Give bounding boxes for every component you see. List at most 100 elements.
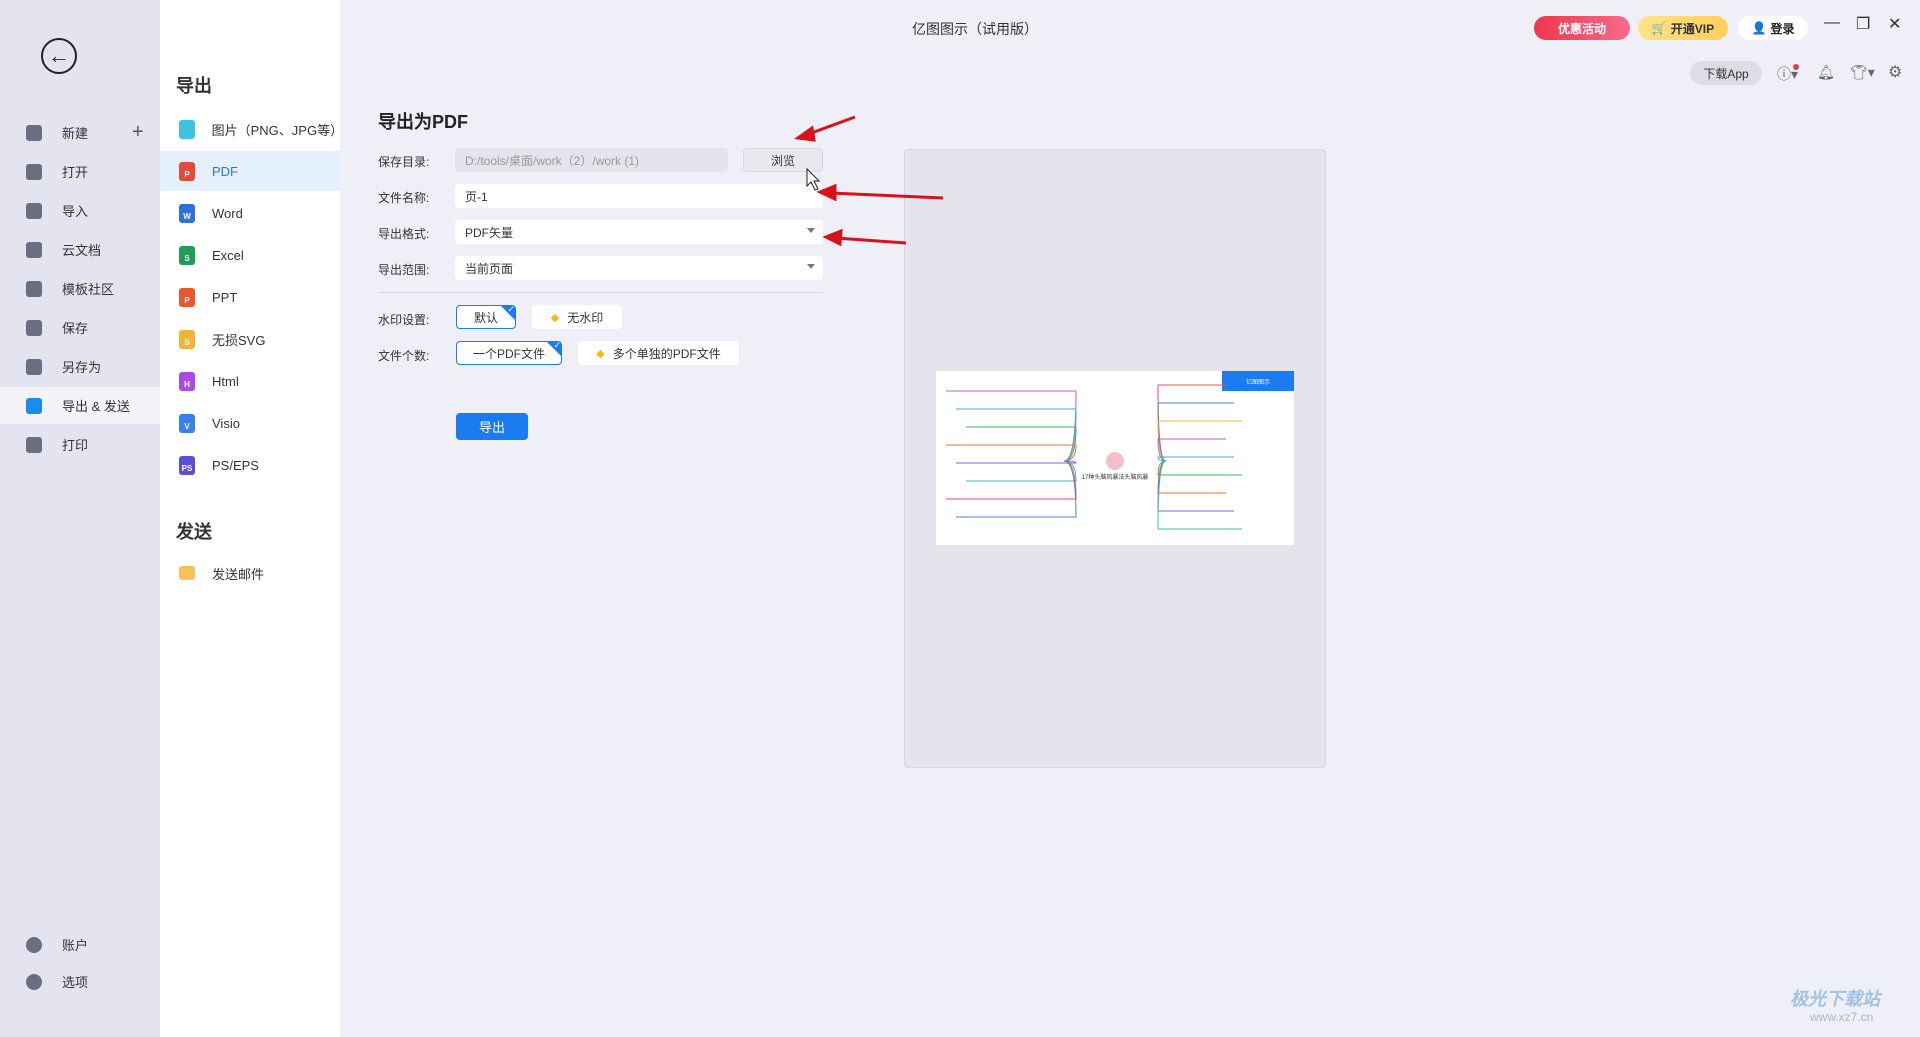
divider [378,292,823,293]
export-heading: 导出 [176,76,212,96]
nav-item-label: 导出 & 发送 [62,399,130,414]
file-type-icon: P [179,161,195,181]
export-item-6[interactable]: H Html [160,361,340,401]
cart-icon: 🛒 [1651,21,1667,35]
nav-bottom-item-1[interactable]: 选项 [0,963,160,1000]
bell-icon[interactable]: 🔔︎ [1817,64,1835,81]
export-item-label: PDF [212,163,238,179]
folder-icon [26,163,42,180]
range-select[interactable]: 当前页面 [455,256,823,280]
file-type-icon [179,119,195,139]
back-button[interactable]: ← [41,38,77,74]
community-icon [26,280,42,297]
vip-button[interactable]: 🛒 开通VIP [1638,16,1728,40]
minimize-button[interactable]: — [1824,14,1840,32]
watermark-none-option[interactable]: ◆ 无水印 [532,305,622,329]
preview-center-title: 17种头脑风暴法头脑风暴 [1082,473,1149,481]
save-dir-label: 保存目录: [378,155,430,169]
export-button[interactable]: 导出 [456,413,528,440]
red-arrow-head [822,228,843,247]
browse-button[interactable]: 浏览 [743,148,823,172]
nav-item-3[interactable]: 云文档 [0,231,160,268]
import-icon [26,202,42,219]
export-item-label: Visio [212,415,240,431]
export-item-label: Word [212,205,243,221]
promo-button[interactable]: 优惠活动 [1534,16,1630,40]
nav-bottom-item-0[interactable]: 账户 [0,926,160,963]
range-value: 当前页面 [465,261,514,276]
export-item-label: PPT [212,289,238,305]
export-item-8[interactable]: PS PS/EPS [160,445,340,485]
check-icon [546,342,561,357]
export-item-label: Excel [212,247,244,263]
settings-icon[interactable]: ⚙ [1888,62,1902,82]
vip-gem-icon: ◆ [596,347,605,360]
export-item-5[interactable]: S 无损SVG [160,319,340,359]
range-label: 导出范围: [378,263,430,277]
restore-button[interactable]: ❐ [1856,14,1870,34]
export-icon [26,397,42,414]
nav-item-8[interactable]: 打印 [0,426,160,463]
single-pdf-option[interactable]: 一个PDF文件 [456,341,562,365]
file-type-icon: S [179,245,195,265]
file-count-label: 文件个数: [378,349,430,363]
gear-icon [26,973,42,990]
nav-item-6[interactable]: 另存为 [0,348,160,385]
preview-thumbnail: 亿图图示 17种头脑风暴法头脑风暴 [936,371,1294,545]
login-button[interactable]: 👤 登录 [1738,16,1808,40]
new-plus-button[interactable]: + [132,121,144,144]
nav-item-label: 云文档 [62,243,102,258]
watermark-none-label: 无水印 [567,310,604,325]
format-select[interactable]: PDF矢量 [455,220,823,244]
check-icon [500,306,515,321]
file-type-icon: PS [179,455,195,475]
nav-item-label: 账户 [62,938,89,953]
nav-item-1[interactable]: 打开 [0,153,160,190]
nav-item-7[interactable]: 导出 & 发送 [0,387,160,424]
nav-item-label: 选项 [62,975,89,990]
export-item-label: 图片（PNG、JPG等） [211,122,344,138]
filename-label: 文件名称: [378,191,430,205]
chevron-down-icon [807,228,815,233]
account-icon [26,936,42,953]
chevron-down-icon [807,264,815,269]
export-item-label: 无损SVG [212,332,266,348]
export-item-label: Html [212,373,239,389]
file-type-icon: H [179,371,195,391]
site-watermark-url: www.xz7.cn [1810,1010,1874,1024]
export-item-0[interactable]: 图片（PNG、JPG等） [160,109,344,149]
nav-item-label: 导入 [62,204,89,219]
red-arrow [835,236,907,245]
user-icon: 👤 [1751,21,1767,35]
cloud-icon [26,241,42,258]
watermark-default-option[interactable]: 默认 [456,305,516,329]
export-item-4[interactable]: P PPT [160,277,340,317]
multi-pdf-option[interactable]: ◆ 多个单独的PDF文件 [578,341,739,365]
preview-logo-text: 亿图图示 [1246,378,1270,386]
file-type-icon: S [179,329,195,349]
watermark-default-label: 默认 [473,310,498,325]
close-button[interactable]: ✕ [1888,14,1901,34]
nav-item-5[interactable]: 保存 [0,309,160,346]
download-app-button[interactable]: 下载App [1690,61,1762,85]
nav-item-label: 打印 [62,438,89,453]
nav-item-label: 新建 [62,126,89,141]
vip-label: 开通VIP [1670,21,1715,36]
export-item-7[interactable]: V Visio [160,403,340,443]
send-email-label: 发送邮件 [212,566,265,582]
format-value: PDF矢量 [465,225,514,240]
file-type-icon: P [179,287,195,307]
skin-icon[interactable]: 👕︎▾ [1850,64,1875,81]
export-item-1[interactable]: P PDF [160,151,340,191]
plus-square-icon [26,124,42,141]
save-dir-input[interactable]: D:/tools/桌面/work（2）/work (1) [455,148,728,172]
export-item-2[interactable]: W Word [160,193,340,233]
filename-input[interactable]: 页-1 [455,184,823,208]
send-email-item[interactable]: 发送邮件 [160,553,340,593]
file-type-icon: V [179,413,195,433]
red-arrow-head [794,125,816,142]
export-item-3[interactable]: S Excel [160,235,340,275]
nav-item-4[interactable]: 模板社区 [0,270,160,307]
nav-item-label: 模板社区 [62,282,115,297]
nav-item-2[interactable]: 导入 [0,192,160,229]
